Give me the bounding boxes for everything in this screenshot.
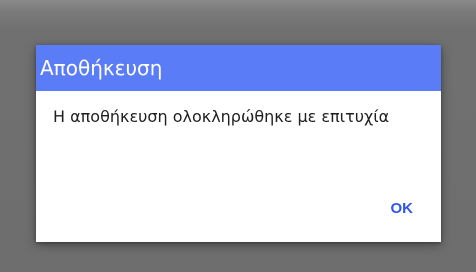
- dialog-message: Η αποθήκευση ολοκληρώθηκε με επιτυχία: [53, 107, 390, 126]
- dialog-title: Αποθήκευση: [36, 45, 441, 91]
- save-dialog: Αποθήκευση Η αποθήκευση ολοκληρώθηκε με …: [36, 45, 441, 242]
- ok-button[interactable]: OK: [387, 198, 418, 220]
